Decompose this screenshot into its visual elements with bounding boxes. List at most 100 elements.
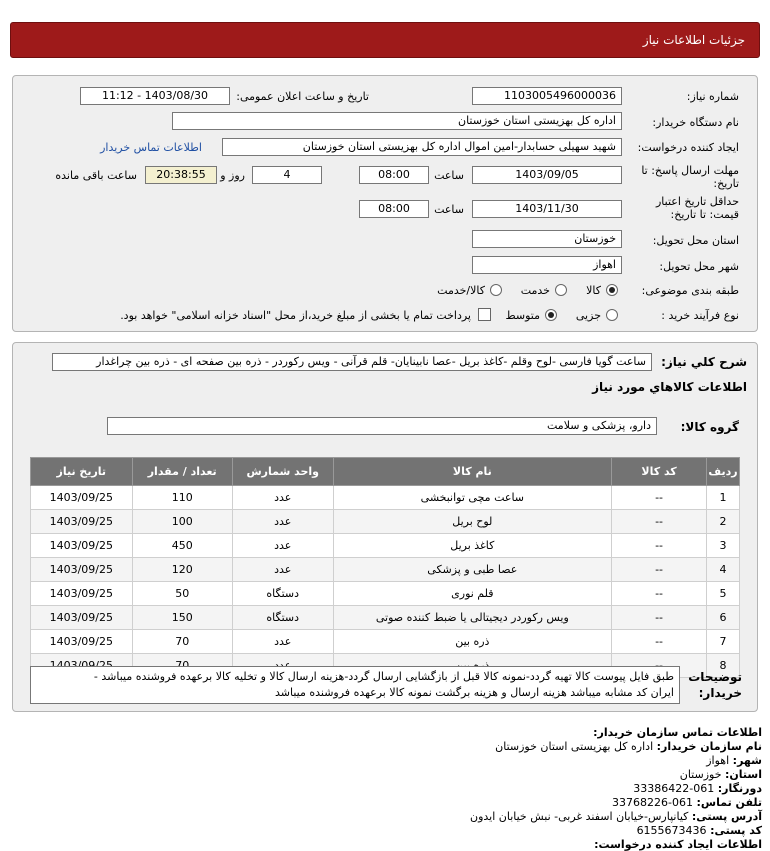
goods-info-title: اطلاعات کالاهاي مورد نياز (592, 380, 747, 394)
category-goods-radio[interactable] (606, 284, 618, 296)
row-name: عصا طبی و پزشکی (332, 557, 613, 582)
general-description-label: شرح کلي نياز: (661, 355, 747, 369)
province-field: خوزستان (472, 230, 622, 248)
days-label: روز و (220, 169, 245, 182)
row-date: 1403/09/25 (30, 581, 133, 606)
days-remaining-field: 4 (252, 166, 322, 184)
row-code: -- (611, 581, 708, 606)
announce-datetime-label: تاریخ و ساعت اعلان عمومی: (236, 90, 369, 103)
row-qty: 110 (131, 485, 233, 510)
category-goods-service-radio[interactable] (490, 284, 502, 296)
category-label: طبقه بندی موضوعی: (641, 284, 739, 297)
row-code: -- (611, 605, 708, 630)
col-row-header: ردیف (706, 457, 740, 486)
buyer-org-field: اداره کل بهزیستی استان خوزستان (172, 112, 622, 130)
table-row: 6 -- ویس رکوردر دیجیتالی یا ضبط کننده صوتی… (30, 605, 740, 630)
contact-province: استان: خوزستان (679, 768, 762, 781)
validity-date-field: 1403/11/30 (472, 200, 622, 218)
city-field: اهواز (472, 256, 622, 274)
table-row: 2 -- لوح بریل عدد 100 1403/09/25 (30, 509, 740, 534)
validity-label-2: قیمت: تا تاریخ: (670, 208, 739, 221)
row-date: 1403/09/25 (30, 605, 133, 630)
buyer-notes-label-2: خریدار: (698, 686, 742, 700)
remaining-time-label: ساعت باقی مانده (55, 169, 137, 182)
row-name: ساعت مچی توانبخشی (332, 485, 613, 510)
city-label: شهر محل تحویل: (659, 260, 739, 273)
col-unit-header: واحد شمارش (231, 457, 334, 486)
creator-label: ایجاد کننده درخواست: (637, 141, 739, 154)
table-row: 7 -- ذره بین عدد 70 1403/09/25 (30, 629, 740, 654)
treasury-payment-checkbox[interactable] (478, 308, 491, 321)
row-unit: دستگاه (231, 605, 334, 630)
contact-address: آدرس پستی: کیانپارس-خیابان اسفند غربی- ن… (469, 810, 762, 823)
process-medium-label: متوسط (505, 309, 540, 322)
row-unit: دستگاه (231, 581, 334, 606)
category-goods-service-label: کالا/خدمت (437, 284, 485, 297)
page-title: جزئیات اطلاعات نیاز (642, 33, 745, 47)
deadline-date-field: 1403/09/05 (472, 166, 622, 184)
row-unit: عدد (231, 533, 334, 558)
row-qty: 50 (131, 581, 233, 606)
row-number: 1 (706, 485, 740, 510)
col-name-header: نام کالا (332, 457, 613, 486)
category-goods-label: کالا (586, 284, 601, 297)
buyer-contact-link[interactable]: اطلاعات تماس خریدار (100, 141, 202, 154)
row-date: 1403/09/25 (30, 485, 133, 510)
row-date: 1403/09/25 (30, 533, 133, 558)
validity-label: حداقل تاریخ اعتبار (655, 195, 739, 208)
row-date: 1403/09/25 (30, 629, 133, 654)
contact-city: شهر: اهواز (706, 754, 762, 767)
row-qty: 100 (131, 509, 233, 534)
row-unit: عدد (231, 629, 334, 654)
creator-field: شهید سهیلی حسابدار-امین اموال اداره کل ب… (222, 138, 622, 156)
deadline-label-2: تاریخ: (713, 177, 739, 190)
treasury-payment-note: پرداخت تمام یا بخشی از مبلغ خرید،از محل … (120, 309, 471, 322)
validity-time-field: 08:00 (359, 200, 429, 218)
row-number: 4 (706, 557, 740, 582)
process-medium-radio[interactable] (545, 309, 557, 321)
province-label: استان محل تحویل: (652, 234, 739, 247)
row-number: 2 (706, 509, 740, 534)
row-unit: عدد (231, 557, 334, 582)
buyer-notes-label: توضیحات (688, 670, 742, 684)
validity-time-label: ساعت (434, 203, 464, 216)
goods-group-label: گروه کالا: (680, 420, 739, 434)
buyer-org-label: نام دستگاه خریدار: (652, 116, 739, 129)
page-header: جزئیات اطلاعات نیاز (10, 22, 760, 58)
contact-title: اطلاعات تماس سازمان خریدار: (593, 726, 762, 739)
row-code: -- (611, 557, 708, 582)
deadline-label: مهلت ارسال پاسخ: تا (641, 164, 739, 177)
buyer-notes-line-1: طبق فایل پیوست کالا تهیه گردد-نمونه کالا… (93, 670, 674, 683)
col-code-header: کد کالا (611, 457, 708, 486)
row-date: 1403/09/25 (30, 509, 133, 534)
row-number: 5 (706, 581, 740, 606)
goods-group-field: دارو، پزشکی و سلامت (107, 417, 657, 435)
col-date-header: تاریخ نیاز (30, 457, 133, 486)
table-row: 4 -- عصا طبی و پزشکی عدد 120 1403/09/25 (30, 557, 740, 582)
deadline-time-label: ساعت (434, 169, 464, 182)
need-details-panel: شماره نیاز: 1103005496000036 تاریخ و ساع… (12, 75, 758, 332)
row-number: 3 (706, 533, 740, 558)
contact-org: نام سازمان خریدار: اداره کل بهزیستی استا… (495, 740, 762, 753)
table-row: 3 -- کاغذ بریل عدد 450 1403/09/25 (30, 533, 740, 558)
row-number: 7 (706, 629, 740, 654)
row-number: 6 (706, 605, 740, 630)
contact-phone: تلفن تماس: 061-33768226 (612, 796, 762, 809)
row-code: -- (611, 485, 708, 510)
row-name: قلم نوری (332, 581, 613, 606)
row-date: 1403/09/25 (30, 557, 133, 582)
row-name: کاغذ بریل (332, 533, 613, 558)
goods-table: ردیف کد کالا نام کالا واحد شمارش تعداد /… (30, 457, 740, 678)
row-code: -- (611, 533, 708, 558)
row-unit: عدد (231, 509, 334, 534)
process-minor-radio[interactable] (606, 309, 618, 321)
row-name: ویس رکوردر دیجیتالی یا ضبط کننده صوتی (332, 605, 613, 630)
need-number-field: 1103005496000036 (472, 87, 622, 105)
buyer-notes-line-2: ایران کد مشابه میباشد هزینه ارسال و هزین… (274, 686, 674, 699)
goods-table-header: ردیف کد کالا نام کالا واحد شمارش تعداد /… (30, 457, 740, 486)
category-service-radio[interactable] (555, 284, 567, 296)
announce-datetime-field: 1403/08/30 - 11:12 (80, 87, 230, 105)
row-code: -- (611, 509, 708, 534)
row-name: ذره بین (332, 629, 613, 654)
row-qty: 70 (131, 629, 233, 654)
